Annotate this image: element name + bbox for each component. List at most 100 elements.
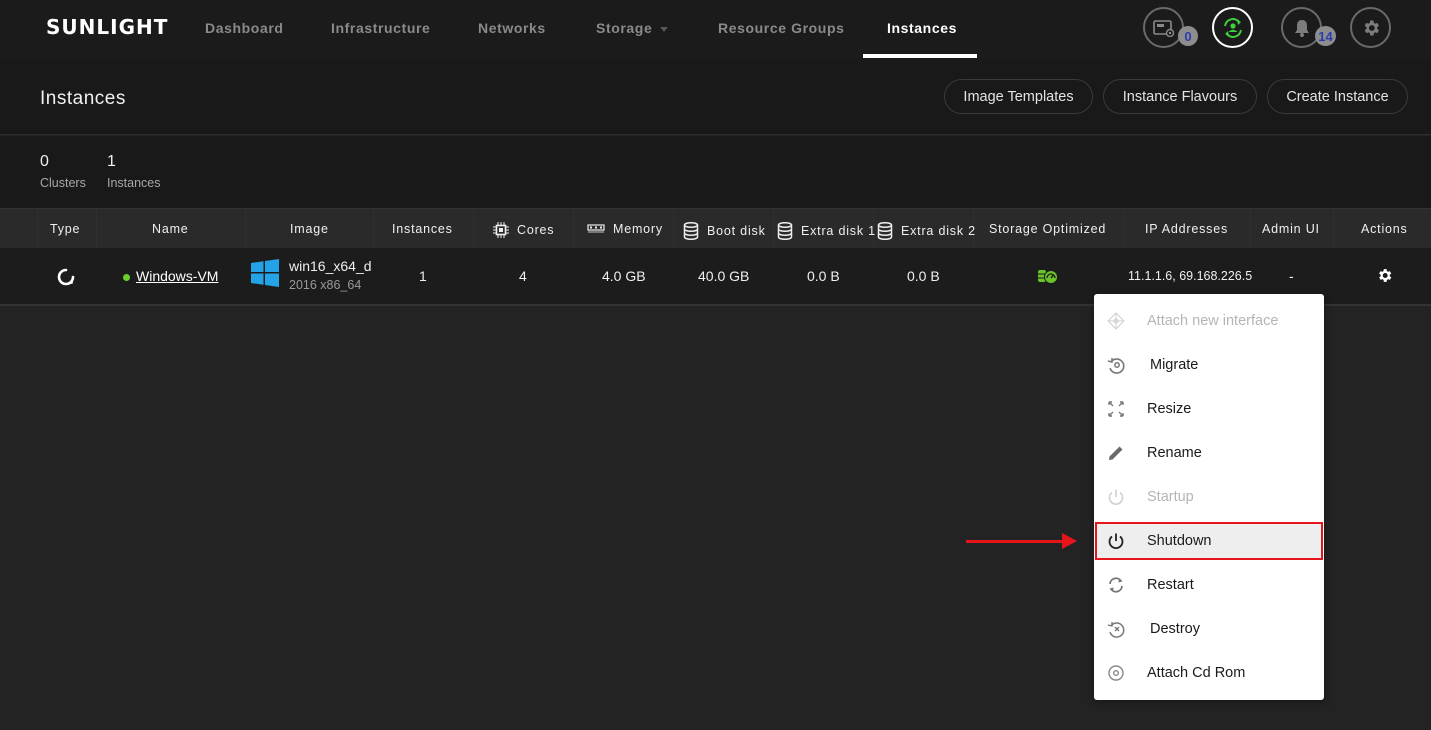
menu-item-restart[interactable]: Restart: [1094, 563, 1324, 607]
col-cores[interactable]: Cores: [493, 222, 554, 238]
destroy-icon: [1107, 620, 1125, 638]
annotation-arrow-head: [1062, 533, 1077, 549]
image-name: win16_x64_d: [289, 258, 372, 274]
nav-infrastructure[interactable]: Infrastructure: [331, 20, 430, 36]
stat-instances-value: 1: [107, 153, 116, 170]
power-icon: [1107, 532, 1125, 550]
col-memory[interactable]: Memory: [587, 222, 663, 236]
menu-item-label: Rename: [1147, 445, 1202, 461]
col-image[interactable]: Image: [290, 222, 329, 236]
sim-badge: 0: [1178, 26, 1198, 46]
col-extra-disk-2[interactable]: Extra disk 2: [877, 222, 976, 240]
col-admin-ui[interactable]: Admin UI: [1262, 222, 1320, 236]
annotation-arrow-line: [966, 540, 1064, 543]
col-boot-disk-label: Boot disk: [707, 224, 766, 238]
col-memory-label: Memory: [613, 222, 663, 236]
menu-item-label: Startup: [1147, 489, 1194, 505]
database-icon: [877, 222, 893, 240]
user-sync-icon: [1223, 17, 1242, 38]
menu-item-label: Attach Cd Rom: [1147, 665, 1246, 681]
storage-optimized-cell: [1037, 268, 1059, 287]
migrate-icon: [1107, 356, 1125, 374]
summary-stats: 0 Clusters 1 Instances: [0, 136, 1431, 208]
refresh-icon: [1107, 576, 1125, 594]
menu-item-label: Destroy: [1150, 621, 1200, 637]
page-title: Instances: [40, 88, 126, 109]
notifications-button[interactable]: [1281, 7, 1322, 48]
actions-cell[interactable]: [1376, 267, 1393, 287]
col-storage-optimized[interactable]: Storage Optimized: [989, 222, 1106, 236]
col-type[interactable]: Type: [50, 222, 80, 236]
nav-resource-groups[interactable]: Resource Groups: [718, 20, 844, 36]
menu-item-shutdown[interactable]: Shutdown: [1095, 522, 1323, 560]
power-icon: [1107, 488, 1125, 506]
col-instances[interactable]: Instances: [392, 222, 453, 236]
storage-speed-icon: [1038, 270, 1058, 284]
pencil-icon: [1107, 444, 1125, 462]
extra-disk-1-cell: 0.0 B: [807, 268, 840, 284]
menu-item-migrate[interactable]: Migrate: [1094, 343, 1324, 387]
image-subtitle: 2016 x86_64: [289, 278, 362, 292]
extra-disk-2-cell: 0.0 B: [907, 268, 940, 284]
cpu-icon: [493, 222, 509, 238]
col-boot-disk[interactable]: Boot disk: [683, 222, 766, 240]
gear-icon: [1364, 20, 1379, 35]
settings-button[interactable]: [1350, 7, 1391, 48]
nav-storage-label: Storage: [596, 20, 653, 36]
menu-item-rename[interactable]: Rename: [1094, 431, 1324, 475]
loading-ring-icon: [57, 268, 75, 286]
stat-clusters-value: 0: [40, 153, 49, 170]
ip-addresses-cell: 11.1.1.6, 69.168.226.5: [1128, 269, 1253, 283]
user-sync-button[interactable]: [1212, 7, 1253, 48]
cd-rom-icon: [1107, 664, 1125, 682]
status-running-dot: [123, 273, 130, 281]
menu-item-attach-new-interface: Attach new interface: [1094, 299, 1324, 343]
instances-cell: 1: [419, 268, 427, 284]
memory-icon: [587, 224, 605, 233]
col-extra-disk-2-label: Extra disk 2: [901, 224, 976, 238]
table-header: Type Name Image Instances Cores Memory B…: [0, 208, 1431, 249]
stat-instances-label: Instances: [107, 176, 161, 190]
menu-item-label: Migrate: [1150, 357, 1199, 373]
bell-icon: [1294, 19, 1309, 37]
instance-flavours-button[interactable]: Instance Flavours: [1103, 79, 1257, 114]
notifications-badge: 14: [1315, 26, 1336, 46]
col-extra-disk-1[interactable]: Extra disk 1: [777, 222, 876, 240]
nav-storage[interactable]: Storage: [596, 20, 669, 36]
instances-table: Type Name Image Instances Cores Memory B…: [0, 208, 1431, 306]
gear-icon[interactable]: [1376, 267, 1393, 284]
resize-icon: [1107, 400, 1125, 418]
database-icon: [777, 222, 793, 240]
type-cell: [57, 268, 75, 289]
create-instance-button[interactable]: Create Instance: [1267, 79, 1408, 114]
menu-item-startup: Startup: [1094, 475, 1324, 519]
image-templates-button[interactable]: Image Templates: [944, 79, 1093, 114]
admin-ui-cell: -: [1289, 268, 1294, 284]
sim-button[interactable]: [1143, 7, 1184, 48]
col-extra-disk-1-label: Extra disk 1: [801, 224, 876, 238]
nav-networks[interactable]: Networks: [478, 20, 546, 36]
col-ip-addresses[interactable]: IP Addresses: [1145, 222, 1228, 236]
col-actions: Actions: [1361, 222, 1408, 236]
nav-dashboard[interactable]: Dashboard: [205, 20, 284, 36]
menu-item-resize[interactable]: Resize: [1094, 387, 1324, 431]
menu-item-label: Restart: [1147, 577, 1194, 593]
boot-disk-cell: 40.0 GB: [698, 268, 750, 284]
page-header: Instances Image Templates Instance Flavo…: [0, 58, 1431, 135]
sunlight-logo[interactable]: SUNLIGHT: [46, 15, 168, 39]
menu-item-label: Shutdown: [1147, 533, 1212, 549]
windows-logo-icon: [251, 259, 279, 287]
chevron-down-icon: [660, 26, 669, 32]
network-interface-icon: [1107, 312, 1125, 330]
top-navbar: SUNLIGHT Dashboard Infrastructure Networ…: [0, 0, 1431, 58]
col-cores-label: Cores: [517, 223, 555, 237]
stat-clusters-label: Clusters: [40, 176, 86, 190]
menu-item-attach-cd-rom[interactable]: Attach Cd Rom: [1094, 651, 1324, 695]
nav-instances[interactable]: Instances: [887, 20, 957, 36]
instance-name-link[interactable]: Windows-VM: [136, 268, 218, 284]
stat-clusters: 0 Clusters: [40, 153, 86, 190]
menu-item-label: Resize: [1147, 401, 1192, 417]
menu-item-destroy[interactable]: Destroy: [1094, 607, 1324, 651]
col-name[interactable]: Name: [152, 222, 189, 236]
cores-cell: 4: [519, 268, 527, 284]
